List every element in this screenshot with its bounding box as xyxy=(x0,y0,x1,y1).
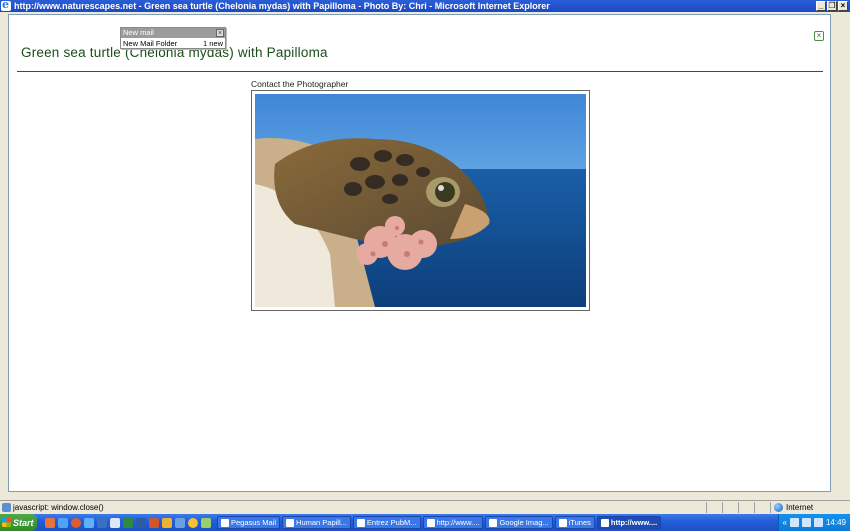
quicklaunch-desktop-icon[interactable] xyxy=(110,517,120,528)
status-panes: Internet xyxy=(706,501,850,513)
quicklaunch-app-icon[interactable] xyxy=(162,517,172,528)
status-text: javascript: window.close() xyxy=(13,502,104,512)
close-window-button[interactable]: × xyxy=(838,1,848,11)
clock[interactable]: 14:49 xyxy=(826,518,846,527)
start-label: Start xyxy=(13,517,34,528)
task-buttons: Pegasus Mail Human Papill... Entrez PubM… xyxy=(217,516,778,529)
task-human-papilloma[interactable]: Human Papill... xyxy=(282,516,351,529)
windows-logo-icon xyxy=(2,518,11,527)
browser-icon xyxy=(426,518,435,527)
page-viewport: × Green sea turtle (Chelonia mydas) with… xyxy=(8,14,831,492)
status-pane xyxy=(722,501,738,513)
task-http-1[interactable]: http://www.... xyxy=(422,516,484,529)
status-pane xyxy=(754,501,770,513)
new-mail-popup[interactable]: New mail × New Mail Folder 1 new xyxy=(120,27,226,49)
window-controls: _ ❐ × xyxy=(816,1,848,11)
photo-frame xyxy=(251,90,590,311)
word-doc-icon xyxy=(286,518,295,527)
globe-icon xyxy=(774,502,783,512)
quicklaunch-word-icon[interactable] xyxy=(136,517,146,528)
popup-title: New mail xyxy=(123,28,154,37)
task-label: http://www.... xyxy=(436,518,480,527)
system-tray: « 14:49 xyxy=(777,514,850,531)
security-zone[interactable]: Internet xyxy=(770,501,850,513)
internet-explorer-icon xyxy=(1,0,11,11)
browser-icon xyxy=(489,518,498,527)
popup-title-bar: New mail × xyxy=(121,28,225,38)
zone-label: Internet xyxy=(786,502,814,512)
task-pegasus-mail[interactable]: Pegasus Mail xyxy=(217,516,281,529)
popup-new-count: 1 new xyxy=(202,39,223,48)
maximize-button[interactable]: ❐ xyxy=(827,1,837,11)
minimize-button[interactable]: _ xyxy=(816,1,826,11)
task-google-images[interactable]: Google Imag... xyxy=(485,516,553,529)
itunes-icon xyxy=(558,518,567,527)
popup-folder-name: New Mail Folder xyxy=(123,39,178,48)
title-divider xyxy=(17,71,823,72)
network-icon[interactable] xyxy=(789,518,799,527)
page-status-icon xyxy=(2,502,11,512)
task-label: Pegasus Mail xyxy=(231,518,277,527)
turtle-photo xyxy=(255,94,586,307)
status-pane xyxy=(738,501,754,513)
popup-folder-row[interactable]: New Mail Folder 1 new xyxy=(121,38,225,49)
quicklaunch-office-icon[interactable] xyxy=(45,517,55,528)
status-pane xyxy=(706,501,722,513)
quicklaunch-firefox-icon[interactable] xyxy=(71,517,81,528)
quicklaunch-outlook-icon[interactable] xyxy=(97,517,107,528)
quicklaunch-ie-icon[interactable] xyxy=(58,517,68,528)
task-label: http://www.... xyxy=(610,518,658,527)
task-entrez-pubmed[interactable]: Entrez PubM... xyxy=(352,516,421,529)
task-label: Google Imag... xyxy=(499,518,549,527)
tray-expand-icon[interactable]: « xyxy=(783,518,787,527)
window-title-bar[interactable]: http://www.naturescapes.net - Green sea … xyxy=(0,0,850,12)
browser-icon xyxy=(600,518,609,527)
start-button[interactable]: Start xyxy=(0,514,37,531)
taskbar: Start Pegasus Mail Human Papill... Entre… xyxy=(0,514,850,531)
quicklaunch-excel-icon[interactable] xyxy=(123,517,133,528)
security-icon[interactable] xyxy=(813,518,823,527)
close-page-icon[interactable]: × xyxy=(814,31,824,41)
task-itunes[interactable]: iTunes xyxy=(554,516,595,529)
contact-photographer-link[interactable]: Contact the Photographer xyxy=(251,79,348,89)
quicklaunch-powerpoint-icon[interactable] xyxy=(149,517,159,528)
browser-icon xyxy=(356,518,365,527)
status-bar: javascript: window.close() Internet xyxy=(0,500,850,513)
task-label: iTunes xyxy=(568,518,591,527)
task-label: Entrez PubM... xyxy=(366,518,417,527)
popup-close-icon[interactable]: × xyxy=(216,29,224,37)
quicklaunch-ie2-icon[interactable] xyxy=(84,517,94,528)
volume-icon[interactable] xyxy=(801,518,811,527)
mail-icon xyxy=(221,518,229,527)
quicklaunch-chrome-icon[interactable] xyxy=(188,517,198,528)
quick-launch xyxy=(37,517,217,528)
quicklaunch-search-icon[interactable] xyxy=(175,517,185,528)
task-label: Human Papill... xyxy=(296,518,347,527)
quicklaunch-music-icon[interactable] xyxy=(201,517,211,528)
window-right-edge xyxy=(831,14,850,498)
task-http-active[interactable]: http://www.... xyxy=(596,516,662,529)
window-title: http://www.naturescapes.net - Green sea … xyxy=(14,1,550,11)
